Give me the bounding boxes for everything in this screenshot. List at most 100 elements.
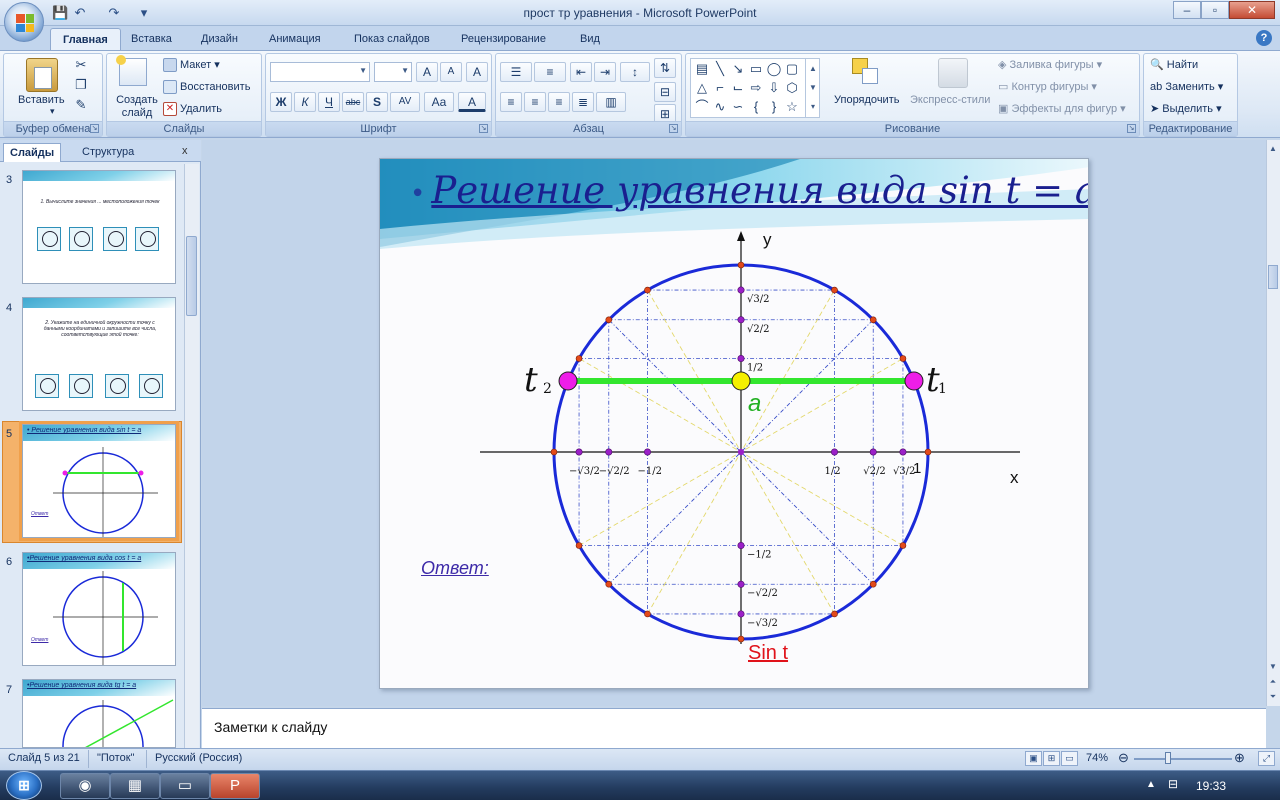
slide-canvas[interactable]: t 2 t 1 a y x 1 √3/2 √2/2 1/2 −1/2 −√2/2 −√3/2 −√3/2 −√…: [379, 158, 1089, 689]
elbow-connector-icon[interactable]: ⌙: [729, 79, 747, 97]
paste-dropdown-icon[interactable]: ▾: [50, 106, 55, 117]
next-slide-icon[interactable]: ⏷: [1266, 690, 1280, 703]
decrease-indent-button[interactable]: ⇤: [570, 62, 592, 82]
bold-button[interactable]: Ж: [270, 92, 292, 112]
customize-toolbar-icon[interactable]: ▾: [136, 5, 152, 21]
quick-styles-icon[interactable]: [938, 58, 968, 88]
show-hidden-icons[interactable]: ▲: [1146, 779, 1156, 790]
zoom-slider-handle[interactable]: [1165, 752, 1171, 764]
redo-icon[interactable]: ↷: [106, 5, 122, 21]
zoom-slider[interactable]: [1134, 758, 1232, 760]
align-text-button[interactable]: ⊟: [654, 82, 676, 102]
curve-icon[interactable]: ⌒: [693, 98, 711, 116]
underline-button[interactable]: Ч: [318, 92, 340, 112]
delete-slide-button[interactable]: ✕ Удалить: [163, 102, 222, 116]
minimize-button[interactable]: –: [1173, 1, 1201, 19]
slide-title[interactable]: • Решение уравнения вида sin t = a: [410, 169, 1088, 212]
help-icon[interactable]: ?: [1256, 30, 1272, 46]
fit-slide-icon[interactable]: ⤢: [1258, 751, 1275, 766]
slideshow-view-icon[interactable]: ▭: [1061, 751, 1078, 766]
normal-view-icon[interactable]: ▣: [1025, 751, 1042, 766]
rectangle-icon[interactable]: ▭: [747, 60, 765, 78]
font-color-button[interactable]: A: [458, 92, 486, 112]
paragraph-launcher-icon[interactable]: ↘: [669, 124, 678, 133]
font-launcher-icon[interactable]: ↘: [479, 124, 488, 133]
shadow-button[interactable]: S: [366, 92, 388, 112]
char-spacing-button[interactable]: AV: [390, 92, 420, 112]
freeform-icon[interactable]: ∿: [711, 98, 729, 116]
justify-button[interactable]: ≣: [572, 92, 594, 112]
tab-outline[interactable]: Структура: [76, 143, 140, 162]
quick-styles-button[interactable]: Экспресс-стили: [910, 94, 990, 106]
bullets-button[interactable]: ☰: [500, 62, 532, 82]
slide-thumbnail-7[interactable]: •Решение уравнения вида tg t = a: [22, 679, 176, 748]
zoom-level[interactable]: 74%: [1086, 752, 1108, 764]
answer-link[interactable]: Ответ:: [421, 558, 489, 579]
shape-effects-button[interactable]: ▣ Эффекты для фигур ▾: [998, 102, 1126, 115]
select-button[interactable]: ➤ Выделить ▾: [1150, 102, 1222, 115]
down-arrow-icon[interactable]: ⇩: [765, 79, 783, 97]
align-left-button[interactable]: ≡: [500, 92, 522, 112]
office-button[interactable]: [4, 2, 44, 42]
grow-font-icon[interactable]: A: [416, 62, 438, 82]
paste-button[interactable]: Вставить: [18, 94, 65, 106]
cut-icon[interactable]: ✂: [72, 56, 90, 74]
align-right-button[interactable]: ≡: [548, 92, 570, 112]
language-indicator[interactable]: Русский (Россия): [155, 752, 242, 764]
sin-t-link[interactable]: Sin t: [748, 642, 788, 665]
powerpoint-icon[interactable]: P: [210, 773, 260, 799]
undo-icon[interactable]: ↶: [72, 5, 88, 21]
zoom-in-icon[interactable]: ⊕: [1234, 750, 1245, 766]
line-icon[interactable]: ╲: [711, 60, 729, 78]
pane-close-icon[interactable]: x: [182, 145, 188, 157]
scribble-icon[interactable]: ∽: [729, 98, 747, 116]
change-case-button[interactable]: Aa: [424, 92, 454, 112]
numbering-button[interactable]: ≡: [534, 62, 566, 82]
editor-scroll-thumb[interactable]: [1268, 265, 1278, 289]
slide-thumbnail-3[interactable]: 1. Вычислите значения ... местоположения…: [22, 170, 176, 284]
prev-slide-icon[interactable]: ⏶: [1266, 675, 1280, 688]
font-size-combo[interactable]: ▼: [374, 62, 412, 82]
new-slide-button[interactable]: Создать слайд: [115, 94, 159, 120]
flowchart-icon[interactable]: ⬡: [783, 79, 801, 97]
clear-format-icon[interactable]: A: [466, 62, 488, 82]
format-painter-icon[interactable]: ✎: [72, 96, 90, 114]
tab-view[interactable]: Вид: [568, 28, 612, 50]
arrange-button[interactable]: Упорядочить: [834, 94, 899, 106]
copy-icon[interactable]: ❐: [72, 76, 90, 94]
network-icon[interactable]: ⊟: [1168, 777, 1178, 791]
zoom-out-icon[interactable]: ⊖: [1118, 750, 1129, 766]
arrange-icon[interactable]: [852, 58, 880, 88]
line-spacing-button[interactable]: ↕: [620, 62, 650, 82]
italic-button[interactable]: К: [294, 92, 316, 112]
drawing-launcher-icon[interactable]: ↘: [1127, 124, 1136, 133]
find-button[interactable]: 🔍 Найти: [1150, 58, 1198, 71]
calculator-icon[interactable]: ▦: [110, 773, 160, 799]
tab-review[interactable]: Рецензирование: [449, 28, 558, 50]
slide-thumbnail-4[interactable]: 2. Укажите на единичной окружности точку…: [22, 297, 176, 411]
save-icon[interactable]: 💾: [52, 5, 68, 21]
paste-icon[interactable]: [26, 58, 58, 92]
increase-indent-button[interactable]: ⇥: [594, 62, 616, 82]
editor-scrollbar[interactable]: [1266, 140, 1280, 706]
firefox-icon[interactable]: ◉: [60, 773, 110, 799]
brace-icon[interactable]: {: [747, 98, 765, 116]
tab-home[interactable]: Главная: [50, 28, 121, 50]
shrink-font-icon[interactable]: A: [440, 62, 462, 82]
tab-slideshow[interactable]: Показ слайдов: [342, 28, 442, 50]
scroll-up-icon[interactable]: ▲: [1266, 142, 1280, 155]
arrow-icon[interactable]: ↘: [729, 60, 747, 78]
shapes-gallery[interactable]: ▤ ╲ ↘ ▭ ◯ ▢ △ ⌐ ⌙ ⇨ ⇩ ⬡ ⌒ ∿ ∽ { } ☆ ▲ ▼ ▾: [690, 58, 820, 118]
star-icon[interactable]: ☆: [783, 98, 801, 116]
slide-thumbnail-5[interactable]: • Решение уравнения вида sin t = a Ответ: [19, 421, 179, 541]
shape-outline-button[interactable]: ▭ Контур фигуры ▾: [998, 80, 1097, 93]
tab-design[interactable]: Дизайн: [189, 28, 250, 50]
new-slide-icon[interactable]: [116, 55, 147, 86]
slide-thumbnail-6[interactable]: •Решение уравнения вида cos t = a Ответ: [22, 552, 176, 666]
notes-pane[interactable]: Заметки к слайду: [202, 708, 1266, 748]
clipboard-launcher-icon[interactable]: ↘: [90, 124, 99, 133]
close-button[interactable]: ✕: [1229, 1, 1275, 19]
sorter-view-icon[interactable]: ⊞: [1043, 751, 1060, 766]
triangle-icon[interactable]: △: [693, 79, 711, 97]
font-name-combo[interactable]: ▼: [270, 62, 370, 82]
